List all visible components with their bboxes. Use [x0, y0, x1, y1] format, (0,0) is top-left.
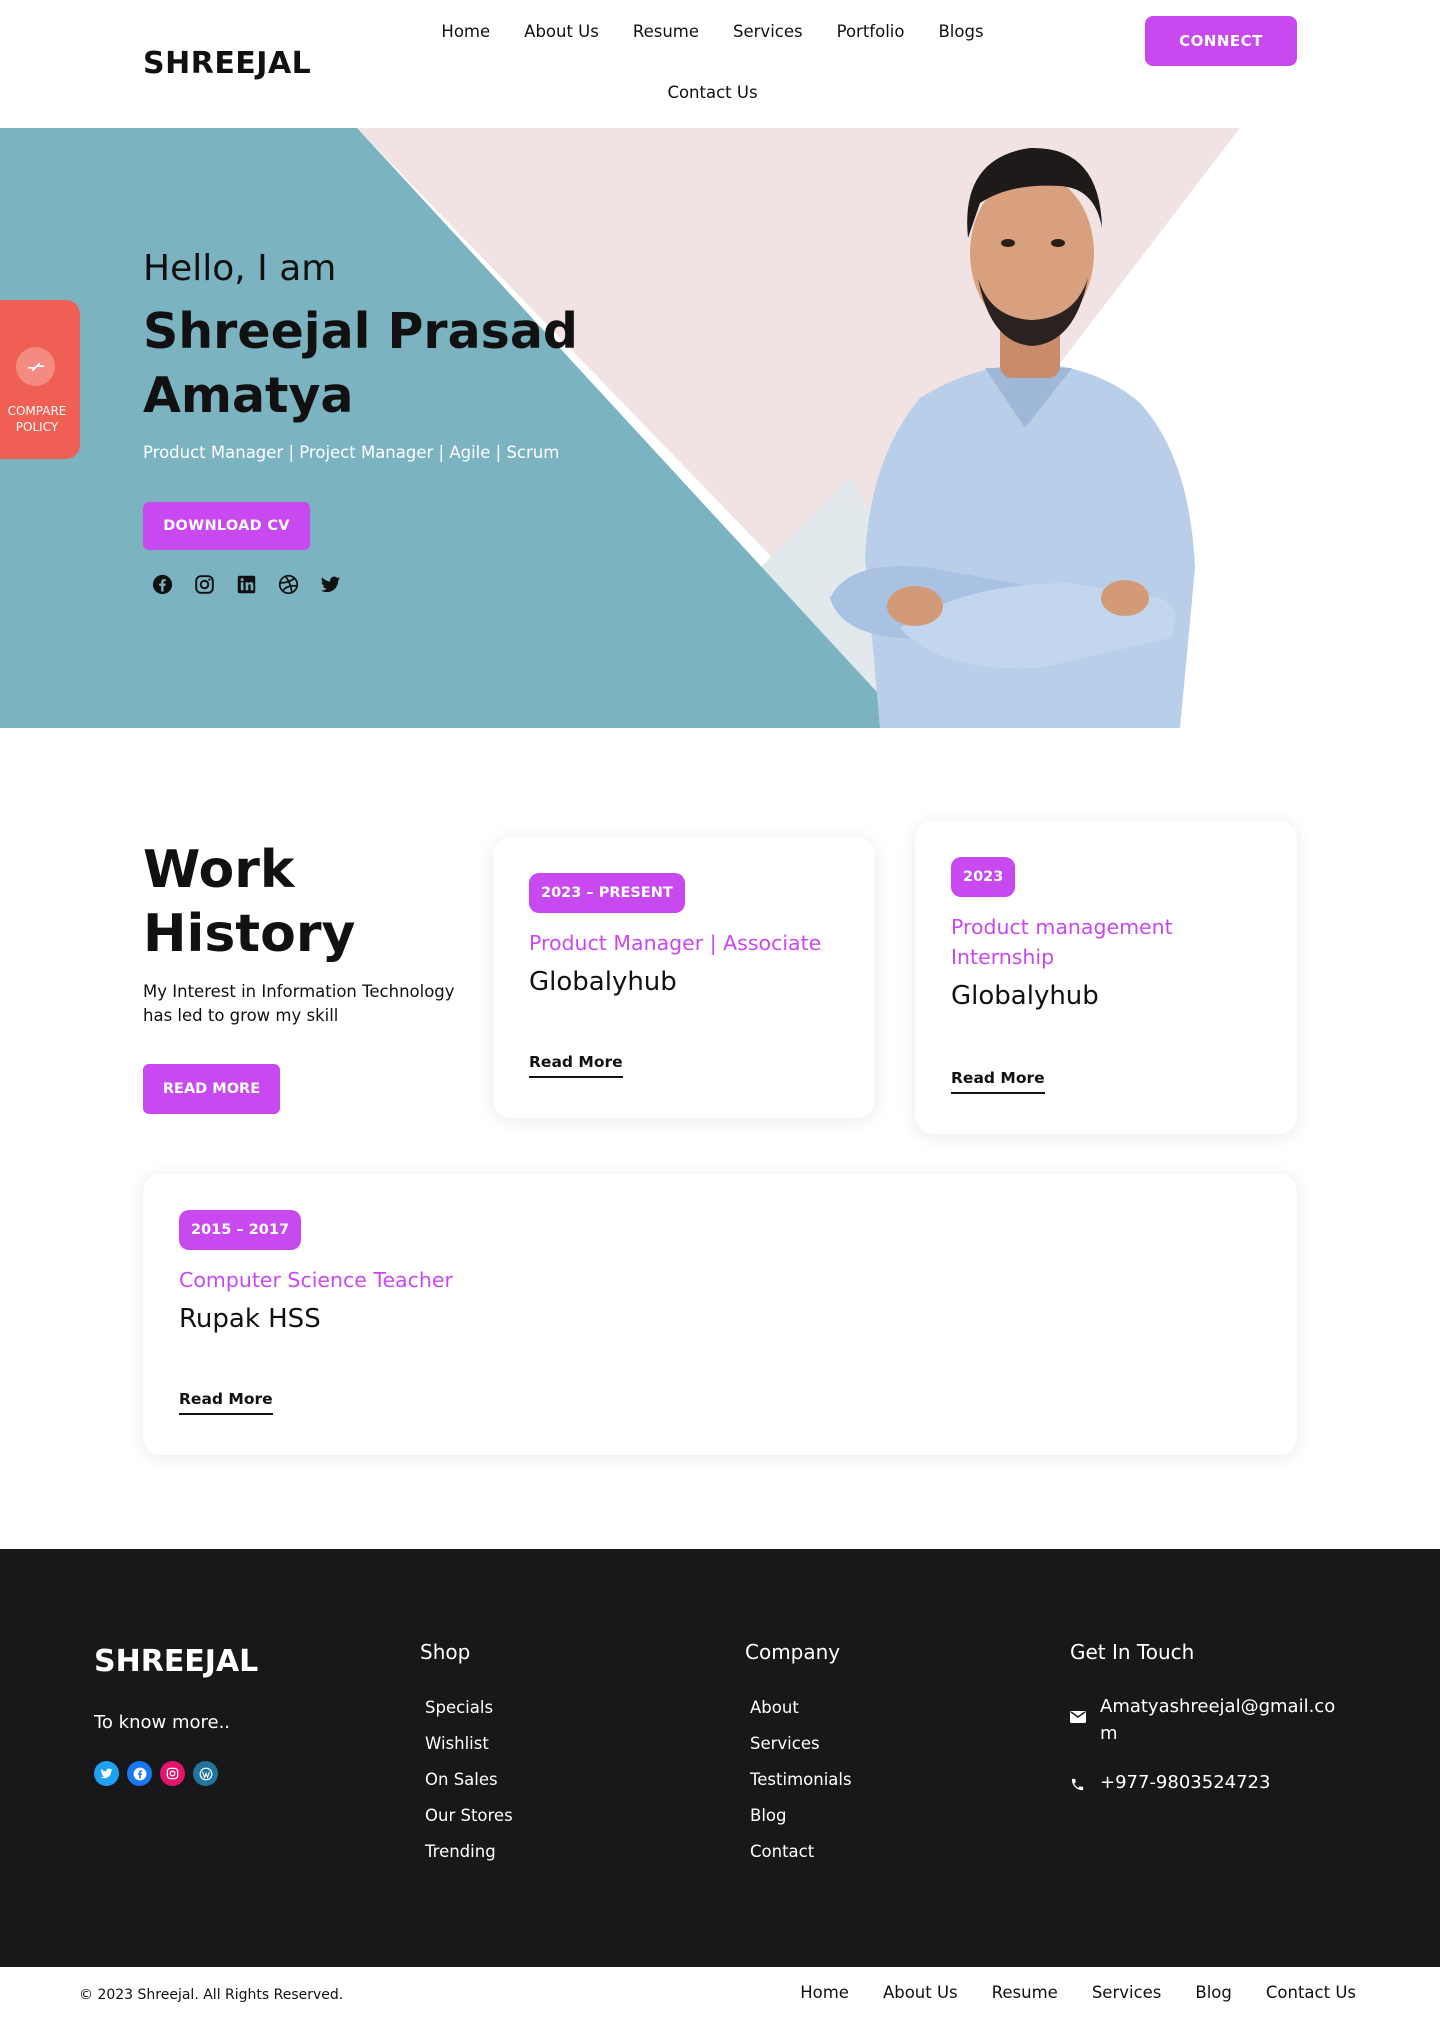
- work-history-title: Work History: [143, 840, 356, 964]
- compare-arrows-icon: [16, 347, 55, 386]
- instagram-icon[interactable]: [194, 574, 215, 595]
- nav-home[interactable]: Home: [441, 18, 490, 46]
- job-read-more-link[interactable]: Read More: [179, 1390, 273, 1415]
- nav-about-us[interactable]: About Us: [524, 18, 599, 46]
- nav-resume[interactable]: Resume: [633, 18, 699, 46]
- footer-email-text: Amatyashreejal@gmail.com: [1100, 1696, 1336, 1744]
- footer-company-link[interactable]: Contact: [750, 1834, 852, 1870]
- hero-tagline: Product Manager | Project Manager | Agil…: [143, 443, 560, 462]
- nav-blogs[interactable]: Blogs: [938, 18, 983, 46]
- wordpress-icon[interactable]: [193, 1761, 218, 1786]
- footer-shop-list: Specials Wishlist On Sales Our Stores Tr…: [425, 1690, 513, 1870]
- download-cv-button[interactable]: DOWNLOAD CV: [143, 502, 310, 550]
- footer-company-list: About Services Testimonials Blog Contact: [750, 1690, 852, 1870]
- job-role: Product Manager | Associate: [529, 931, 822, 955]
- bottom-nav: Home About Us Resume Services Blog Conta…: [800, 1983, 1356, 2002]
- linkedin-icon[interactable]: [236, 574, 257, 595]
- site-header: SHREEJAL Home About Us Resume Services P…: [0, 0, 1440, 128]
- twitter-icon[interactable]: [320, 574, 341, 595]
- compare-policy-tab[interactable]: COMPARE POLICY: [0, 300, 80, 459]
- job-read-more-link[interactable]: Read More: [951, 1069, 1045, 1094]
- job-company: Globalyhub: [529, 967, 677, 997]
- footer-shop-link[interactable]: Wishlist: [425, 1726, 513, 1762]
- connect-button[interactable]: CONNECT: [1145, 16, 1297, 66]
- footer-logo[interactable]: SHREEJAL: [94, 1644, 258, 1679]
- envelope-icon: [1070, 1693, 1088, 1747]
- job-role: Computer Science Teacher: [179, 1268, 453, 1292]
- footer-shop-link[interactable]: On Sales: [425, 1762, 513, 1798]
- job-period-badge: 2015 – 2017: [179, 1210, 302, 1250]
- footer-tagline: To know more..: [94, 1712, 231, 1733]
- bottom-bar: © 2023 Shreejal. All Rights Reserved. Ho…: [0, 1967, 1440, 2024]
- bottom-nav-home[interactable]: Home: [800, 1983, 849, 2002]
- bottom-nav-services[interactable]: Services: [1092, 1983, 1162, 2002]
- job-company: Globalyhub: [951, 981, 1099, 1011]
- footer-company-link[interactable]: Testimonials: [750, 1762, 852, 1798]
- footer-phone[interactable]: +977-9803524723: [1070, 1772, 1270, 1797]
- hero-section: Hello, I am Shreejal Prasad Amatya Produ…: [0, 128, 1440, 728]
- footer-shop-title: Shop: [420, 1640, 471, 1664]
- job-role: Product management Internship: [951, 915, 1173, 969]
- job-read-more-link[interactable]: Read More: [529, 1053, 623, 1078]
- hero-social-links: [152, 574, 341, 595]
- compare-policy-label: COMPARE POLICY: [7, 404, 67, 434]
- footer-shop-link[interactable]: Our Stores: [425, 1798, 513, 1834]
- bottom-nav-blog[interactable]: Blog: [1195, 1983, 1231, 2002]
- nav-portfolio[interactable]: Portfolio: [837, 18, 905, 46]
- footer-company-link[interactable]: Blog: [750, 1798, 852, 1834]
- job-period-badge: 2023: [951, 857, 1016, 897]
- footer-company-link[interactable]: Services: [750, 1726, 852, 1762]
- bottom-nav-about-us[interactable]: About Us: [883, 1983, 958, 2002]
- profile-photo: [830, 147, 1195, 728]
- job-card: 2015 – 2017 Computer Science Teacher Rup…: [143, 1174, 1297, 1455]
- bottom-nav-contact-us[interactable]: Contact Us: [1266, 1983, 1356, 2002]
- nav-contact-us[interactable]: Contact Us: [667, 79, 757, 107]
- footer-company-link[interactable]: About: [750, 1690, 852, 1726]
- facebook-icon[interactable]: [152, 574, 173, 595]
- copyright-text: © 2023 Shreejal. All Rights Reserved.: [79, 1987, 344, 2003]
- footer-social-links: [94, 1761, 218, 1786]
- main-nav: Home About Us Resume Services Portfolio …: [425, 18, 1000, 107]
- footer-shop-link[interactable]: Trending: [425, 1834, 513, 1870]
- hero-name: Shreejal Prasad Amatya: [143, 303, 578, 424]
- footer-shop-link[interactable]: Specials: [425, 1690, 513, 1726]
- job-period-badge: 2023 – PRESENT: [529, 873, 685, 913]
- site-footer: SHREEJAL To know more.. Shop Specials Wi…: [0, 1549, 1440, 1967]
- facebook-icon[interactable]: [127, 1761, 152, 1786]
- hero-greeting: Hello, I am: [143, 248, 337, 289]
- instagram-icon[interactable]: [160, 1761, 185, 1786]
- phone-icon: [1070, 1772, 1088, 1797]
- job-card: 2023 Product management Internship Globa…: [915, 821, 1297, 1134]
- work-read-more-button[interactable]: READ MORE: [143, 1064, 280, 1114]
- footer-contact-title: Get In Touch: [1070, 1640, 1195, 1664]
- footer-email[interactable]: Amatyashreejal@gmail.com: [1070, 1693, 1350, 1747]
- job-company: Rupak HSS: [179, 1304, 321, 1334]
- twitter-icon[interactable]: [94, 1761, 119, 1786]
- site-logo[interactable]: SHREEJAL: [143, 46, 311, 81]
- job-card: 2023 – PRESENT Product Manager | Associa…: [493, 837, 875, 1118]
- footer-company-title: Company: [745, 1640, 841, 1664]
- work-history-description: My Interest in Information Technology ha…: [143, 982, 455, 1025]
- nav-services[interactable]: Services: [733, 18, 803, 46]
- dribbble-icon[interactable]: [278, 574, 299, 595]
- bottom-nav-resume[interactable]: Resume: [992, 1983, 1058, 2002]
- footer-phone-text: +977-9803524723: [1100, 1772, 1271, 1793]
